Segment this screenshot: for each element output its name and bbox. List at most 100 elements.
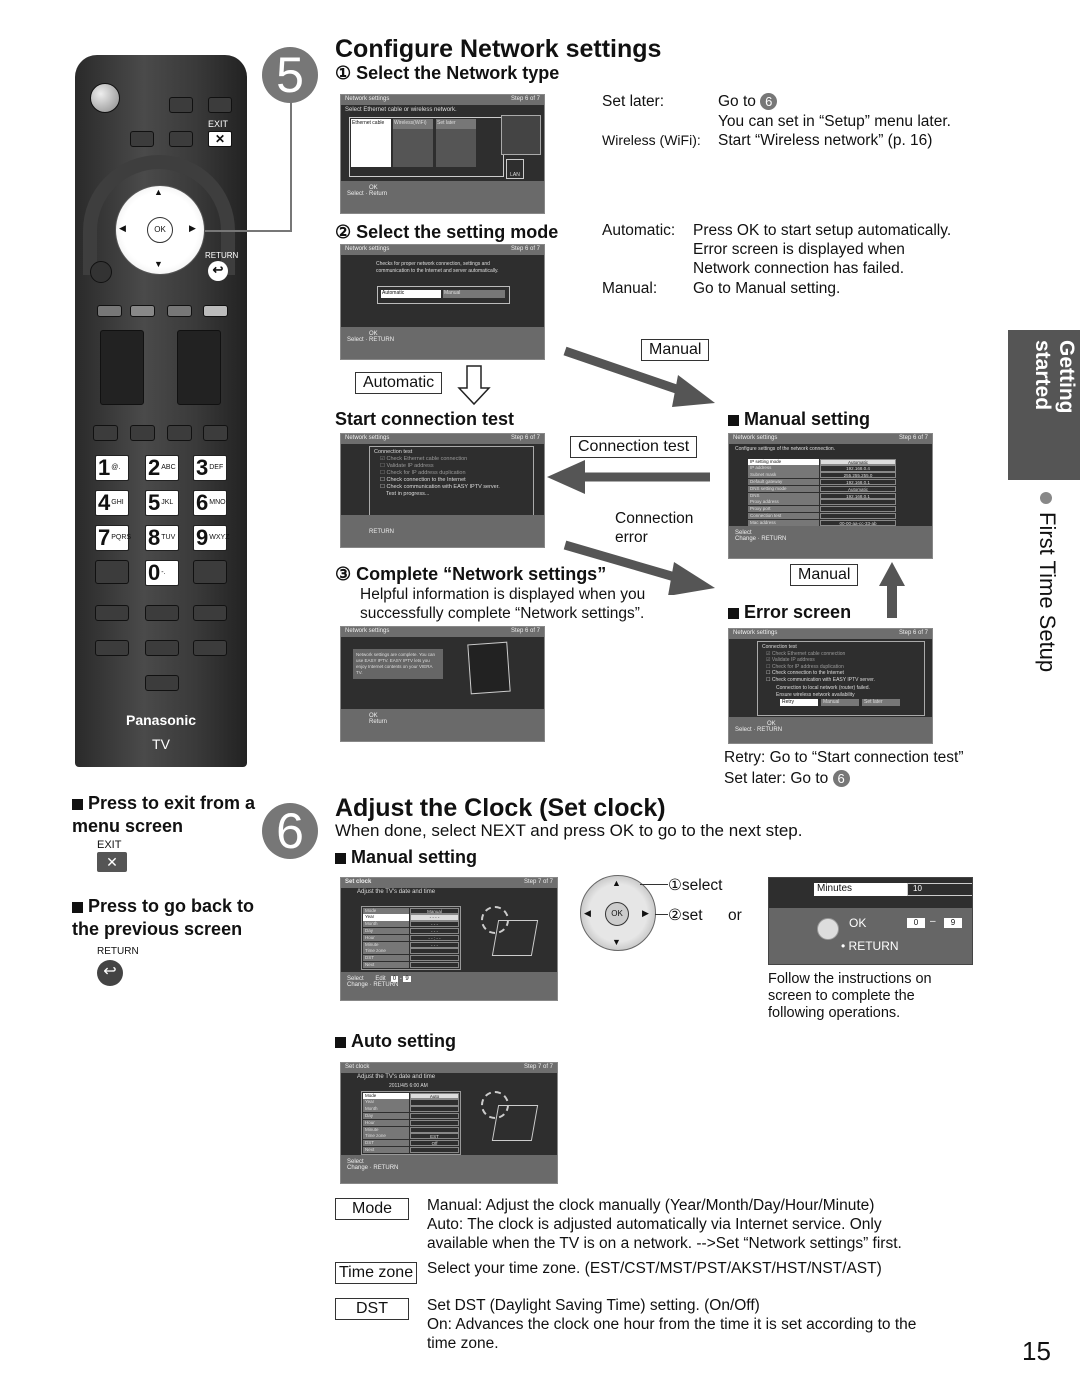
- exit-note-label: EXIT: [97, 839, 122, 851]
- number-key-0[interactable]: 0 -.: [145, 560, 179, 586]
- definition-dst: Set DST (Daylight Saving Time) setting. …: [427, 1297, 917, 1352]
- settings-row-label: Proxy port: [748, 506, 820, 513]
- settings-row[interactable]: IP setting mode Automatic: [748, 458, 896, 465]
- settings-row[interactable]: DNS setting mode Automatic: [748, 485, 896, 492]
- settings-row[interactable]: Month - - -: [363, 921, 459, 928]
- step-5-circle: 5: [262, 47, 318, 103]
- exit-button[interactable]: ✕: [208, 131, 232, 147]
- clock-manual-title: Manual setting: [335, 847, 477, 868]
- settings-row[interactable]: Mode Manual: [363, 907, 459, 914]
- settings-row-value: - - -: [410, 927, 459, 935]
- select-line: [640, 884, 668, 885]
- settings-row-value: [820, 512, 896, 520]
- color-button-yellow[interactable]: [167, 305, 192, 317]
- settings-row[interactable]: Time zone: [363, 948, 459, 955]
- retry-button[interactable]: Retry: [780, 699, 818, 706]
- settings-row[interactable]: Month: [363, 1106, 459, 1113]
- remote-button[interactable]: [193, 560, 227, 584]
- set-clock-manual-screen: Set clock Step 7 of 7 Adjust the TV's dat…: [340, 877, 558, 1001]
- remote-button[interactable]: [93, 425, 118, 441]
- remote-button[interactable]: [130, 131, 154, 147]
- step-6-subtitle: When done, select NEXT and press OK to g…: [335, 821, 803, 840]
- manual-button[interactable]: Manual: [821, 699, 859, 706]
- remote-button[interactable]: [95, 605, 129, 621]
- clock-auto-title: Auto setting: [335, 1031, 456, 1052]
- remote-button[interactable]: [193, 605, 227, 621]
- remote-button[interactable]: [145, 605, 179, 621]
- number-key-1[interactable]: 1 @.: [95, 455, 129, 481]
- remote-button[interactable]: [167, 425, 192, 441]
- exit-note: Press to exit from a menu screen: [72, 792, 272, 838]
- option-automatic[interactable]: Automatic: [381, 290, 441, 298]
- settings-row[interactable]: Next: [363, 961, 459, 969]
- remote-button[interactable]: [95, 560, 129, 584]
- settings-row-value: - - -: [410, 941, 459, 948]
- option-ethernet[interactable]: Ethernet cable: [351, 119, 391, 129]
- color-button-red[interactable]: [97, 305, 122, 317]
- settings-row[interactable]: Year - - - -: [363, 914, 459, 921]
- settings-row[interactable]: DST: [363, 955, 459, 962]
- remote-button[interactable]: [169, 131, 193, 147]
- remote-button[interactable]: [145, 640, 179, 656]
- option-wireless[interactable]: Wireless(WiFi): [393, 119, 433, 129]
- number-key-5[interactable]: 5 JKL: [145, 490, 179, 516]
- option-manual[interactable]: Manual: [443, 290, 505, 298]
- settings-row[interactable]: Hour: [363, 1119, 459, 1126]
- number-key-3[interactable]: 3 DEF: [193, 455, 227, 481]
- remote-button[interactable]: [130, 425, 155, 441]
- remote-button[interactable]: [169, 97, 193, 113]
- remote-button[interactable]: [203, 425, 228, 441]
- set-later-button[interactable]: Set later: [862, 699, 900, 706]
- number-key-6[interactable]: 6 MNO: [193, 490, 227, 516]
- settings-row[interactable]: IP address 192.168.0.4: [748, 465, 896, 472]
- dpad-right-icon[interactable]: ▶: [189, 223, 196, 234]
- remote-button[interactable]: [193, 640, 227, 656]
- settings-row-label: Default gateway: [748, 478, 820, 486]
- remote-button[interactable]: [145, 675, 179, 691]
- option-set-later[interactable]: Set later: [436, 119, 476, 129]
- dpad-left-icon[interactable]: ◀: [119, 223, 126, 234]
- error-screen-title: Error screen: [728, 602, 851, 623]
- channel-rocker[interactable]: [177, 330, 221, 405]
- settings-row[interactable]: Hour - - : - -: [363, 934, 459, 941]
- connection-test-screen: Network settings Step 6 of 7 Connection t…: [340, 433, 545, 548]
- color-button-blue[interactable]: [203, 305, 228, 317]
- settings-row[interactable]: Day: [363, 1112, 459, 1120]
- settings-row[interactable]: Subnet mask 255.255.255.0: [748, 472, 896, 479]
- number-key-2[interactable]: 2 ABC: [145, 455, 179, 481]
- settings-row[interactable]: Connection test: [748, 512, 896, 520]
- number-key-4[interactable]: 4 GHI: [95, 490, 129, 516]
- number-key-9[interactable]: 9 WXYZ: [193, 525, 229, 551]
- settings-row[interactable]: Default gateway 192.168.0.1: [748, 478, 896, 486]
- number-key-8[interactable]: 8 TUV: [145, 525, 179, 551]
- settings-row[interactable]: Mode Auto: [363, 1092, 459, 1099]
- remote-button[interactable]: [95, 640, 129, 656]
- ok-button[interactable]: OK: [147, 217, 173, 243]
- return-button[interactable]: ↩: [208, 261, 228, 281]
- dpad-down-icon[interactable]: ▼: [154, 259, 163, 269]
- power-button[interactable]: [90, 83, 120, 113]
- settings-row[interactable]: Next: [363, 1146, 459, 1154]
- settings-row[interactable]: Proxy port: [748, 506, 896, 513]
- settings-row[interactable]: DST Off: [363, 1140, 459, 1147]
- side-round-button[interactable]: [90, 261, 112, 283]
- set-instruction: ②set: [668, 907, 703, 924]
- settings-row[interactable]: DNS 192.168.0.1: [748, 492, 896, 499]
- settings-row[interactable]: Time zone EST: [363, 1133, 459, 1140]
- settings-row[interactable]: Proxy address: [748, 499, 896, 506]
- manual-line-1: Go to Manual setting.: [693, 280, 841, 297]
- definition-mode: Manual: Adjust the clock manually (Year/…: [427, 1197, 902, 1252]
- settings-row[interactable]: Day - - -: [363, 927, 459, 935]
- number-key-7[interactable]: 7 PQRS: [95, 525, 131, 551]
- color-button-green[interactable]: [130, 305, 155, 317]
- settings-row[interactable]: Mac address 00-00-aa-cc-33-ab: [748, 519, 896, 526]
- exit-label: EXIT: [208, 119, 229, 129]
- settings-row[interactable]: Minute: [363, 1126, 459, 1133]
- settings-row[interactable]: Minute - - -: [363, 941, 459, 948]
- dpad-up-icon[interactable]: ▲: [154, 187, 163, 197]
- volume-rocker[interactable]: [100, 330, 144, 405]
- settings-row[interactable]: Year: [363, 1099, 459, 1106]
- remote-button[interactable]: [208, 97, 232, 113]
- ok-icon: OK: [605, 902, 629, 926]
- manual-setting-title: Manual setting: [728, 409, 870, 430]
